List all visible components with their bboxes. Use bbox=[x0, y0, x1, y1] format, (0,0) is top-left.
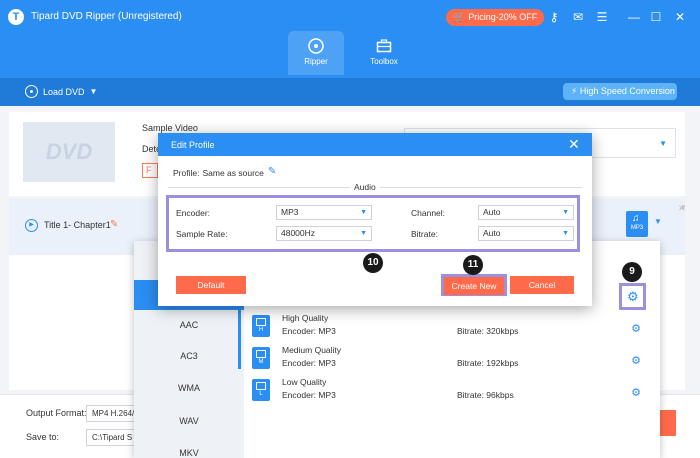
quality-row-high[interactable]: H High Quality Encoder: MP3 Bitrate: 320… bbox=[252, 313, 652, 343]
gear-icon[interactable]: ⚙ bbox=[630, 387, 642, 399]
same-as-source-gear-button[interactable]: ⚙ bbox=[619, 283, 646, 310]
quality-bitrate: Bitrate: 192kbps bbox=[457, 358, 519, 368]
format-category-ac3[interactable]: AC3 bbox=[134, 351, 244, 361]
quality-low-icon: L bbox=[252, 379, 270, 401]
quality-encoder: Encoder: MP3 bbox=[282, 390, 336, 400]
sample-rate-select[interactable]: 48000Hz ▼ bbox=[276, 226, 372, 241]
high-speed-conversion-button[interactable]: ⚡ High Speed Conversion bbox=[563, 83, 677, 100]
channel-value: Auto bbox=[483, 207, 501, 217]
format-category-wma[interactable]: WMA bbox=[134, 383, 244, 393]
expand-icon[interactable]: ∨ bbox=[681, 203, 686, 211]
channel-select[interactable]: Auto ▼ bbox=[478, 205, 574, 220]
menu-icon[interactable]: ☰ bbox=[594, 9, 610, 25]
quality-bitrate: Bitrate: 320kbps bbox=[457, 326, 519, 336]
quality-encoder: Encoder: MP3 bbox=[282, 326, 336, 336]
quality-name: High Quality bbox=[282, 313, 329, 323]
pricing-label: Pricing-20% OFF bbox=[468, 12, 538, 22]
pricing-button[interactable]: 🛒 Pricing-20% OFF bbox=[446, 9, 544, 26]
encoder-label: Encoder: bbox=[176, 208, 211, 218]
chevron-down-icon: ▼ bbox=[360, 230, 367, 237]
cart-icon: 🛒 bbox=[452, 12, 466, 23]
title-bar: T Tipard DVD Ripper (Unregistered) 🛒 Pric… bbox=[0, 0, 700, 34]
ripper-disc-icon bbox=[308, 38, 324, 54]
tab-label: Toolbox bbox=[370, 57, 398, 66]
tab-label: Ripper bbox=[304, 57, 328, 66]
bitrate-select[interactable]: Auto ▼ bbox=[478, 226, 574, 241]
close-icon[interactable]: ✕ bbox=[568, 136, 580, 153]
save-to-label: Save to: bbox=[26, 432, 60, 442]
channel-label: Channel: bbox=[411, 208, 446, 218]
quality-name: Low Quality bbox=[282, 377, 327, 387]
maximize-icon[interactable]: ☐ bbox=[648, 9, 664, 25]
sample-rate-value: 48000Hz bbox=[281, 228, 316, 238]
encoder-select[interactable]: MP3 ▼ bbox=[276, 205, 372, 220]
gear-icon[interactable]: ⚙ bbox=[630, 323, 642, 335]
profile-line: Profile: Same as source bbox=[173, 168, 264, 178]
quality-encoder: Encoder: MP3 bbox=[282, 358, 336, 368]
edit-pencil-icon[interactable]: ✎ bbox=[268, 166, 276, 177]
close-icon[interactable]: ✕ bbox=[672, 9, 688, 25]
dvd-thumbnail: DVD bbox=[23, 122, 115, 182]
high-speed-label: High Speed Conversion bbox=[579, 86, 675, 96]
gear-icon[interactable]: ⚙ bbox=[630, 355, 642, 367]
dialog-header: Edit Profile ✕ bbox=[158, 133, 592, 156]
key-icon[interactable]: ⚷ bbox=[546, 9, 562, 25]
full-title-list-button[interactable]: F bbox=[142, 163, 158, 178]
tab-ripper[interactable]: Ripper bbox=[288, 31, 344, 75]
format-badge-label: MP3 bbox=[630, 225, 644, 231]
profile-label: Profile: bbox=[173, 168, 200, 178]
app-title: Tipard DVD Ripper (Unregistered) bbox=[31, 11, 182, 22]
format-category-mkv[interactable]: MKV bbox=[134, 448, 244, 458]
format-category-wav[interactable]: WAV bbox=[134, 416, 244, 426]
profile-value: Same as source bbox=[202, 168, 264, 178]
chevron-down-icon: ▼ bbox=[562, 209, 569, 216]
gear-icon: ⚙ bbox=[627, 289, 639, 304]
music-note-icon: ♫ bbox=[632, 213, 640, 224]
quality-medium-icon: M bbox=[252, 347, 270, 369]
audio-settings-highlight bbox=[166, 195, 580, 252]
app-logo-icon: T bbox=[8, 9, 24, 25]
step-marker-9: 9 bbox=[622, 262, 642, 282]
output-format-label: Output Format: bbox=[26, 408, 87, 418]
step-marker-11: 11 bbox=[463, 255, 483, 275]
tab-toolbox[interactable]: Toolbox bbox=[356, 31, 412, 75]
load-dvd-button[interactable]: Load DVD ▼ bbox=[25, 85, 97, 98]
edit-pencil-icon[interactable]: ✎ bbox=[110, 219, 118, 230]
bitrate-value: Auto bbox=[483, 228, 501, 238]
dialog-title: Edit Profile bbox=[171, 140, 215, 150]
chevron-down-icon: ▼ bbox=[89, 87, 98, 96]
minimize-icon[interactable]: — bbox=[626, 9, 642, 25]
chapter-title: Title 1- Chapter1 bbox=[44, 220, 111, 230]
quality-bitrate: Bitrate: 96kbps bbox=[457, 390, 514, 400]
scrollbar-thumb[interactable] bbox=[238, 309, 241, 369]
chevron-down-icon: ▼ bbox=[562, 230, 569, 237]
audio-section-label: Audio bbox=[350, 182, 380, 192]
quality-high-icon: H bbox=[252, 315, 270, 337]
disc-icon bbox=[25, 85, 38, 98]
chevron-down-icon: ▼ bbox=[360, 209, 367, 216]
lightning-icon: ⚡ bbox=[571, 86, 578, 96]
create-new-button[interactable]: Create New bbox=[444, 277, 504, 295]
format-category-aac[interactable]: AAC bbox=[134, 320, 244, 330]
play-icon[interactable]: ▶ bbox=[25, 219, 38, 232]
load-dvd-label: Load DVD bbox=[43, 86, 85, 97]
default-button[interactable]: Default bbox=[176, 276, 246, 294]
chat-icon[interactable]: ✉ bbox=[570, 9, 586, 25]
step-marker-10: 10 bbox=[363, 253, 383, 273]
output-format-badge[interactable]: ♫ MP3 bbox=[626, 211, 648, 237]
encoder-value: MP3 bbox=[281, 207, 299, 217]
quality-row-medium[interactable]: M Medium Quality Encoder: MP3 Bitrate: 1… bbox=[252, 345, 652, 375]
quality-name: Medium Quality bbox=[282, 345, 342, 355]
sample-rate-label: Sample Rate: bbox=[176, 229, 228, 239]
chevron-down-icon: ▼ bbox=[659, 139, 667, 148]
toolbox-icon bbox=[376, 39, 392, 53]
chevron-down-icon[interactable]: ▼ bbox=[654, 217, 662, 226]
bitrate-label: Bitrate: bbox=[411, 229, 438, 239]
quality-row-low[interactable]: L Low Quality Encoder: MP3 Bitrate: 96kb… bbox=[252, 377, 652, 407]
source-title: Sample Video bbox=[142, 123, 198, 133]
cancel-button[interactable]: Cancel bbox=[510, 276, 574, 294]
app-header: T Tipard DVD Ripper (Unregistered) 🛒 Pric… bbox=[0, 0, 700, 78]
